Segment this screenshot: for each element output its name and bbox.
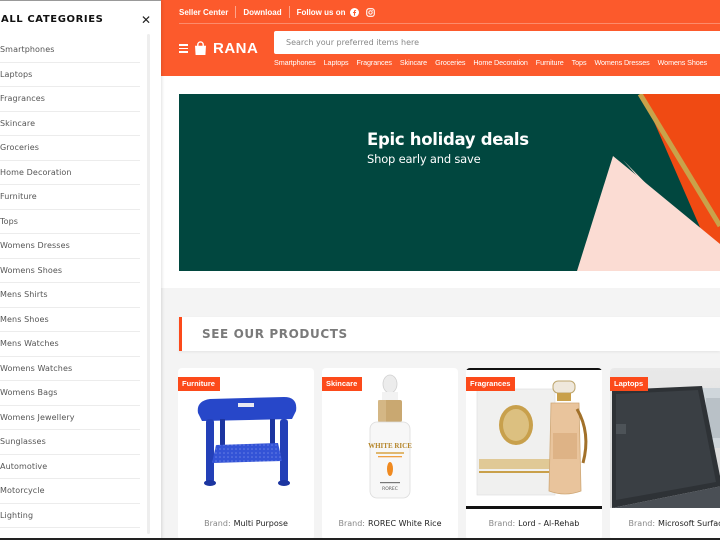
sidebar-category-item[interactable]: Lighting bbox=[0, 504, 140, 528]
brand-value: Lord - Al-Rehab bbox=[518, 519, 580, 528]
sidebar-category-item[interactable]: Fragrances bbox=[0, 87, 140, 112]
section-title: SEE OUR PRODUCTS bbox=[202, 327, 348, 341]
sidebar-category-item[interactable]: Mens Shirts bbox=[0, 283, 140, 308]
svg-text:RОREC: RОREC bbox=[382, 486, 398, 492]
top-bar: Seller Center Download Follow us on bbox=[161, 0, 720, 24]
site-header: Seller Center Download Follow us on RANA… bbox=[161, 0, 720, 76]
shopping-bag-icon bbox=[194, 41, 207, 56]
nav-link[interactable]: Tops bbox=[572, 58, 587, 67]
sidebar-category-item[interactable]: Womens Watches bbox=[0, 357, 140, 381]
sidebar-category-item[interactable]: Womens Dresses bbox=[0, 234, 140, 259]
sidebar-category-item[interactable]: Groceries bbox=[0, 136, 140, 161]
sidebar-scrollbar[interactable] bbox=[147, 34, 150, 534]
sidebar-title: ALL CATEGORIES bbox=[1, 14, 104, 25]
product-card[interactable]: Laptops Brand:Microsoft Surface bbox=[610, 368, 720, 540]
product-card[interactable]: Fragrances Brand: Lord - Al-Rehab bbox=[466, 368, 602, 540]
nav-link[interactable]: Laptops bbox=[324, 58, 349, 67]
product-card[interactable]: Furniture Brand: Multi Purpose bbox=[178, 368, 314, 540]
sidebar-header: ALL CATEGORIES ✕ bbox=[0, 1, 161, 38]
sidebar-category-item[interactable]: Automotive bbox=[0, 455, 140, 479]
sidebar-category-item[interactable]: Tops bbox=[0, 210, 140, 234]
category-list: Smartphones Laptops Fragrances Skincare Groc… bbox=[0, 38, 140, 528]
divider bbox=[288, 6, 290, 18]
search-input[interactable] bbox=[274, 31, 720, 54]
divider bbox=[235, 6, 237, 18]
product-brand: Brand: ROREC White Rice bbox=[322, 519, 458, 528]
nav-link[interactable]: Fragrances bbox=[357, 58, 392, 67]
product-card[interactable]: Skincare WHITE RICE RОREC Brand: ROREC Wh… bbox=[322, 368, 458, 540]
brand-label: Brand: bbox=[488, 519, 516, 528]
nav-link[interactable]: Smartphones bbox=[274, 58, 316, 67]
brand-value: ROREC White Rice bbox=[368, 519, 442, 528]
download-link[interactable]: Download bbox=[243, 8, 281, 17]
nav-link[interactable]: Furniture bbox=[536, 58, 564, 67]
product-brand: Brand: Multi Purpose bbox=[178, 519, 314, 528]
sidebar-category-item[interactable]: Mens Shoes bbox=[0, 308, 140, 332]
brand-label: Brand: bbox=[338, 519, 365, 528]
nav-link[interactable]: Skincare bbox=[400, 58, 427, 67]
sidebar-category-item[interactable]: Sunglasses bbox=[0, 430, 140, 455]
sidebar-category-item[interactable]: Home Decoration bbox=[0, 161, 140, 185]
hero-title: Epic holiday deals bbox=[367, 130, 529, 149]
category-badge: Laptops bbox=[610, 377, 649, 391]
hero-subtitle: Shop early and save bbox=[367, 152, 481, 166]
brand-label: Brand: bbox=[628, 519, 656, 528]
nav-link[interactable]: Groceries bbox=[435, 58, 465, 67]
hamburger-menu-icon[interactable] bbox=[179, 44, 188, 53]
category-badge: Furniture bbox=[178, 377, 220, 391]
category-badge: Fragrances bbox=[466, 377, 516, 391]
products-section-header: SEE OUR PRODUCTS bbox=[179, 317, 720, 351]
sidebar-category-item[interactable]: Womens Jewellery bbox=[0, 406, 140, 430]
seller-center-link[interactable]: Seller Center bbox=[179, 8, 228, 17]
hero-banner[interactable]: Epic holiday deals Shop early and save bbox=[179, 94, 720, 271]
brand-value: Microsoft Surface bbox=[658, 519, 720, 528]
category-nav: Smartphones Laptops Fragrances Skincare Groc… bbox=[274, 58, 707, 67]
instagram-icon[interactable] bbox=[366, 7, 376, 17]
sidebar-category-item[interactable]: Furniture bbox=[0, 185, 140, 210]
svg-text:WHITE RICE: WHITE RICE bbox=[368, 442, 412, 450]
product-brand: Brand: Lord - Al-Rehab bbox=[466, 519, 602, 528]
category-badge: Skincare bbox=[322, 377, 363, 391]
topbar-divider bbox=[179, 23, 720, 24]
nav-link[interactable]: Womens Dresses bbox=[594, 58, 649, 67]
product-grid: Furniture Brand:Multi Purpose Skincare bbox=[178, 368, 720, 540]
categories-sidebar: ALL CATEGORIES ✕ Smartphones Laptops Fragr… bbox=[0, 0, 161, 540]
brand-row: RANA bbox=[179, 40, 258, 57]
hero-section: Epic holiday deals Shop early and save bbox=[161, 76, 720, 288]
sidebar-category-item[interactable]: Motorcycle bbox=[0, 479, 140, 504]
close-icon[interactable]: ✕ bbox=[141, 14, 151, 26]
sidebar-category-item[interactable]: Womens Bags bbox=[0, 381, 140, 406]
facebook-icon[interactable] bbox=[350, 7, 360, 17]
hero-decoration bbox=[577, 94, 720, 271]
brand-label: Brand: bbox=[204, 519, 231, 528]
brand-value: Multi Purpose bbox=[233, 519, 288, 528]
product-brand: Brand:Microsoft Surface bbox=[610, 519, 720, 528]
sidebar-category-item[interactable]: Mens Watches bbox=[0, 332, 140, 357]
sidebar-category-item[interactable]: Skincare bbox=[0, 112, 140, 136]
sidebar-category-item[interactable]: Womens Shoes bbox=[0, 259, 140, 283]
nav-link[interactable]: Home Decoration bbox=[473, 58, 528, 67]
logo-text[interactable]: RANA bbox=[213, 40, 258, 57]
follow-us-label: Follow us on bbox=[296, 7, 346, 17]
sidebar-category-item[interactable]: Laptops bbox=[0, 63, 140, 87]
sidebar-category-item[interactable]: Smartphones bbox=[0, 38, 140, 63]
nav-link[interactable]: Womens Shoes bbox=[658, 58, 708, 67]
